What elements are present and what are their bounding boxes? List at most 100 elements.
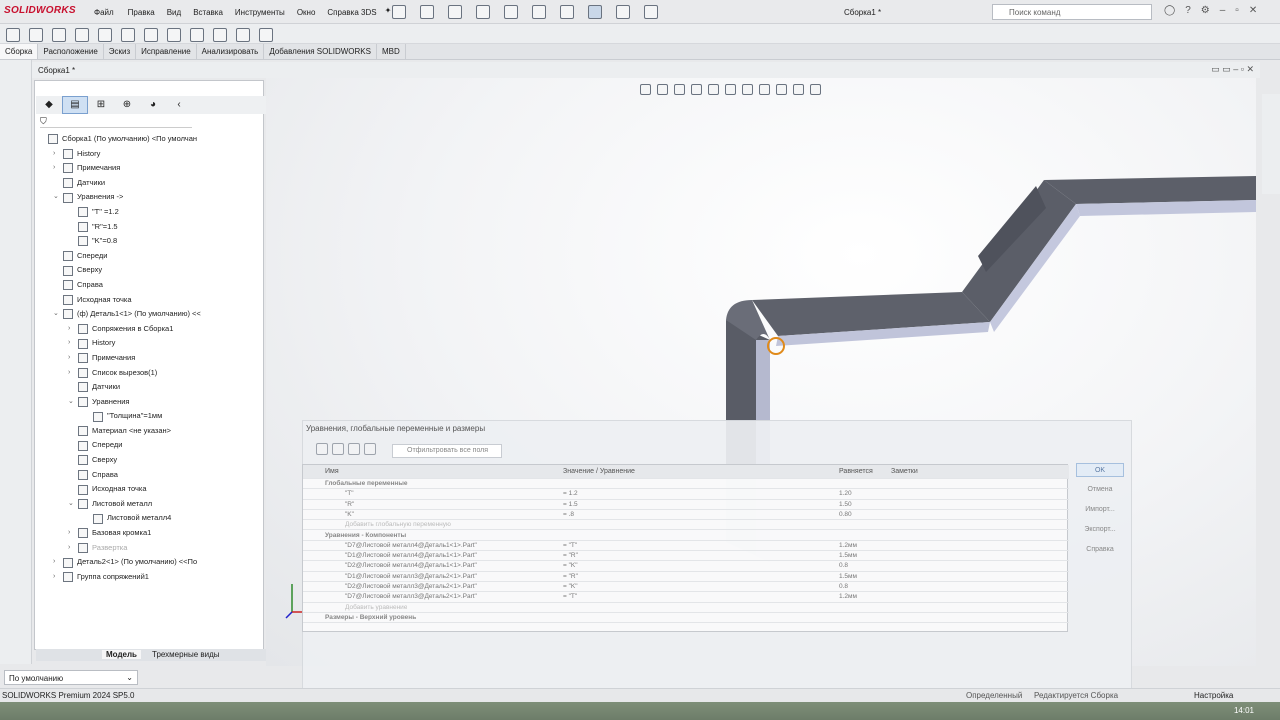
table-row[interactable]: "D7@Листовой металл4@Деталь1<1>.Part" = "… [303, 541, 1069, 552]
settings-icon[interactable]: ⚙ [1201, 5, 1210, 16]
tree-item[interactable]: › Деталь2<1> (По умолчанию) <<По [38, 555, 262, 570]
table-section-row[interactable]: Уравнения - Компоненты [303, 531, 1069, 541]
filter-input[interactable]: Отфильтровать все поля [392, 444, 502, 458]
new-motion-study-icon[interactable] [190, 28, 204, 42]
options-icon[interactable] [644, 5, 658, 19]
ordered-view-icon[interactable] [364, 443, 376, 455]
dimension-view-icon[interactable] [348, 443, 360, 455]
table-row[interactable]: "T" = 1.2 1.20 [303, 489, 1069, 500]
import-button[interactable]: Импорт... [1076, 503, 1124, 517]
expand-toggle-icon[interactable]: ⌄ [53, 307, 63, 322]
expand-toggle-icon[interactable]: › [68, 366, 78, 381]
tree-item[interactable]: Спереди [38, 249, 262, 264]
view-orientation-icon[interactable] [725, 84, 736, 95]
new-document-icon[interactable] [420, 5, 434, 19]
insert-component-icon[interactable] [6, 28, 20, 42]
cancel-button[interactable]: Отмена [1076, 483, 1124, 497]
table-row[interactable]: "K" = .8 0.80 [303, 510, 1069, 521]
smart-fasteners-icon[interactable] [75, 28, 89, 42]
table-row[interactable]: Добавить глобальную переменную [303, 520, 1069, 531]
rebuild-icon[interactable] [616, 5, 630, 19]
bill-of-materials-icon[interactable] [213, 28, 227, 42]
tree-item[interactable]: › Список вырезов(1) [38, 366, 262, 381]
tab-layout[interactable]: Расположение [38, 44, 104, 59]
dynamic-annotation-icon[interactable] [708, 84, 719, 95]
expand-toggle-icon[interactable]: › [68, 322, 78, 337]
tree-item[interactable]: Сверху [38, 453, 262, 468]
tree-item[interactable]: "Толщина"=1мм [38, 409, 262, 424]
tree-item[interactable]: Спереди [38, 438, 262, 453]
undo-icon[interactable] [532, 5, 546, 19]
tab-evaluate[interactable]: Анализировать [197, 44, 265, 59]
table-row[interactable]: "D7@Листовой металл3@Деталь2<1>.Part" = "… [303, 592, 1069, 603]
home-icon[interactable] [392, 5, 406, 19]
tree-item[interactable]: › History [38, 147, 262, 162]
section-view-icon[interactable] [691, 84, 702, 95]
expand-toggle-icon[interactable]: › [68, 351, 78, 366]
select-icon[interactable] [588, 5, 602, 19]
tab-3d-views[interactable]: Трехмерные виды [152, 650, 220, 659]
expand-toggle-icon[interactable]: › [68, 541, 78, 556]
window-controls[interactable]: ▭ ▭ – ▫ ✕ [1211, 64, 1254, 75]
minimize-icon[interactable]: – [1220, 5, 1226, 16]
scene-icon[interactable] [793, 84, 804, 95]
table-row[interactable]: "D2@Листовой металл3@Деталь2<1>.Part" = "… [303, 582, 1069, 593]
equation-view-icon[interactable] [316, 443, 328, 455]
document-tab[interactable]: Сборка1 * [38, 66, 75, 75]
tree-item[interactable]: ⌄ Уравнения -> [38, 190, 262, 205]
tab-assembly[interactable]: Сборка [0, 44, 39, 59]
user-icon[interactable]: ◯ [1164, 5, 1175, 16]
tab-addins[interactable]: Добавления SOLIDWORKS [264, 44, 377, 59]
tree-item[interactable]: › Группа сопряжений1 [38, 570, 262, 585]
zoom-to-fit-icon[interactable] [640, 84, 651, 95]
tree-item[interactable]: ⌄ (ф) Деталь1<1> (По умолчанию) << [38, 307, 262, 322]
display-style-icon[interactable] [742, 84, 753, 95]
export-button[interactable]: Экспорт... [1076, 523, 1124, 537]
appearance-icon[interactable] [776, 84, 787, 95]
tree-item[interactable]: "K"=0.8 [38, 234, 262, 249]
dimxpert-tab-icon[interactable]: ⊕ [114, 97, 140, 115]
expand-toggle-icon[interactable]: › [68, 336, 78, 351]
tab-mbd[interactable]: MBD [377, 44, 406, 59]
expand-toggle-icon[interactable]: › [53, 570, 63, 585]
configuration-tab-icon[interactable]: ⊞ [88, 97, 114, 115]
exploded-view-icon[interactable] [236, 28, 250, 42]
save-icon[interactable] [476, 5, 490, 19]
table-row[interactable]: "D1@Листовой металл3@Деталь2<1>.Part" = "… [303, 572, 1069, 582]
collapse-panel-icon[interactable]: ‹ [166, 97, 192, 115]
tree-item[interactable]: Сверху [38, 263, 262, 278]
tree-item[interactable]: Материал <не указан> [38, 424, 262, 439]
open-icon[interactable] [448, 5, 462, 19]
sketch-equation-view-icon[interactable] [332, 443, 344, 455]
hide-show-icon[interactable] [759, 84, 770, 95]
tree-item[interactable]: Сборка1 (По умолчанию) <По умолчан [38, 132, 262, 147]
expand-toggle-icon[interactable]: ⌄ [53, 190, 63, 205]
table-row[interactable]: "D2@Листовой металл4@Деталь1<1>.Part" = "… [303, 561, 1069, 572]
linear-pattern-icon[interactable] [52, 28, 66, 42]
expand-toggle-icon[interactable]: › [53, 555, 63, 570]
view-settings-icon[interactable] [810, 84, 821, 95]
tree-item[interactable]: › Примечания [38, 161, 262, 176]
tree-item[interactable]: Датчики [38, 176, 262, 191]
expand-toggle-icon[interactable]: ⌄ [68, 395, 78, 410]
show-hidden-icon[interactable] [121, 28, 135, 42]
table-row[interactable]: "R" = 1.5 1.50 [303, 500, 1069, 510]
print-icon[interactable] [504, 5, 518, 19]
table-row[interactable]: "D1@Листовой металл4@Деталь1<1>.Part" = "… [303, 551, 1069, 562]
ok-button[interactable]: OK [1076, 463, 1124, 477]
status-customize[interactable]: Настройка [1194, 691, 1233, 700]
tree-item[interactable]: Справа [38, 278, 262, 293]
tree-item[interactable]: Листовой металл4 [38, 511, 262, 526]
tab-sketch[interactable]: Эскиз [104, 44, 137, 59]
search-input[interactable]: Поиск команд [992, 4, 1152, 20]
tree-item[interactable]: › Развертка [38, 541, 262, 556]
display-manager-tab-icon[interactable]: ◕ [140, 97, 166, 115]
expand-toggle-icon[interactable]: ⌄ [68, 497, 78, 512]
close-icon[interactable]: ✕ [1249, 5, 1257, 16]
tree-item[interactable]: Исходная точка [38, 482, 262, 497]
redo-icon[interactable] [560, 5, 574, 19]
zoom-area-icon[interactable] [657, 84, 668, 95]
tree-item[interactable]: Исходная точка [38, 293, 262, 308]
tree-item[interactable]: Датчики [38, 380, 262, 395]
tree-item[interactable]: › Сопряжения в Сборка1 [38, 322, 262, 337]
